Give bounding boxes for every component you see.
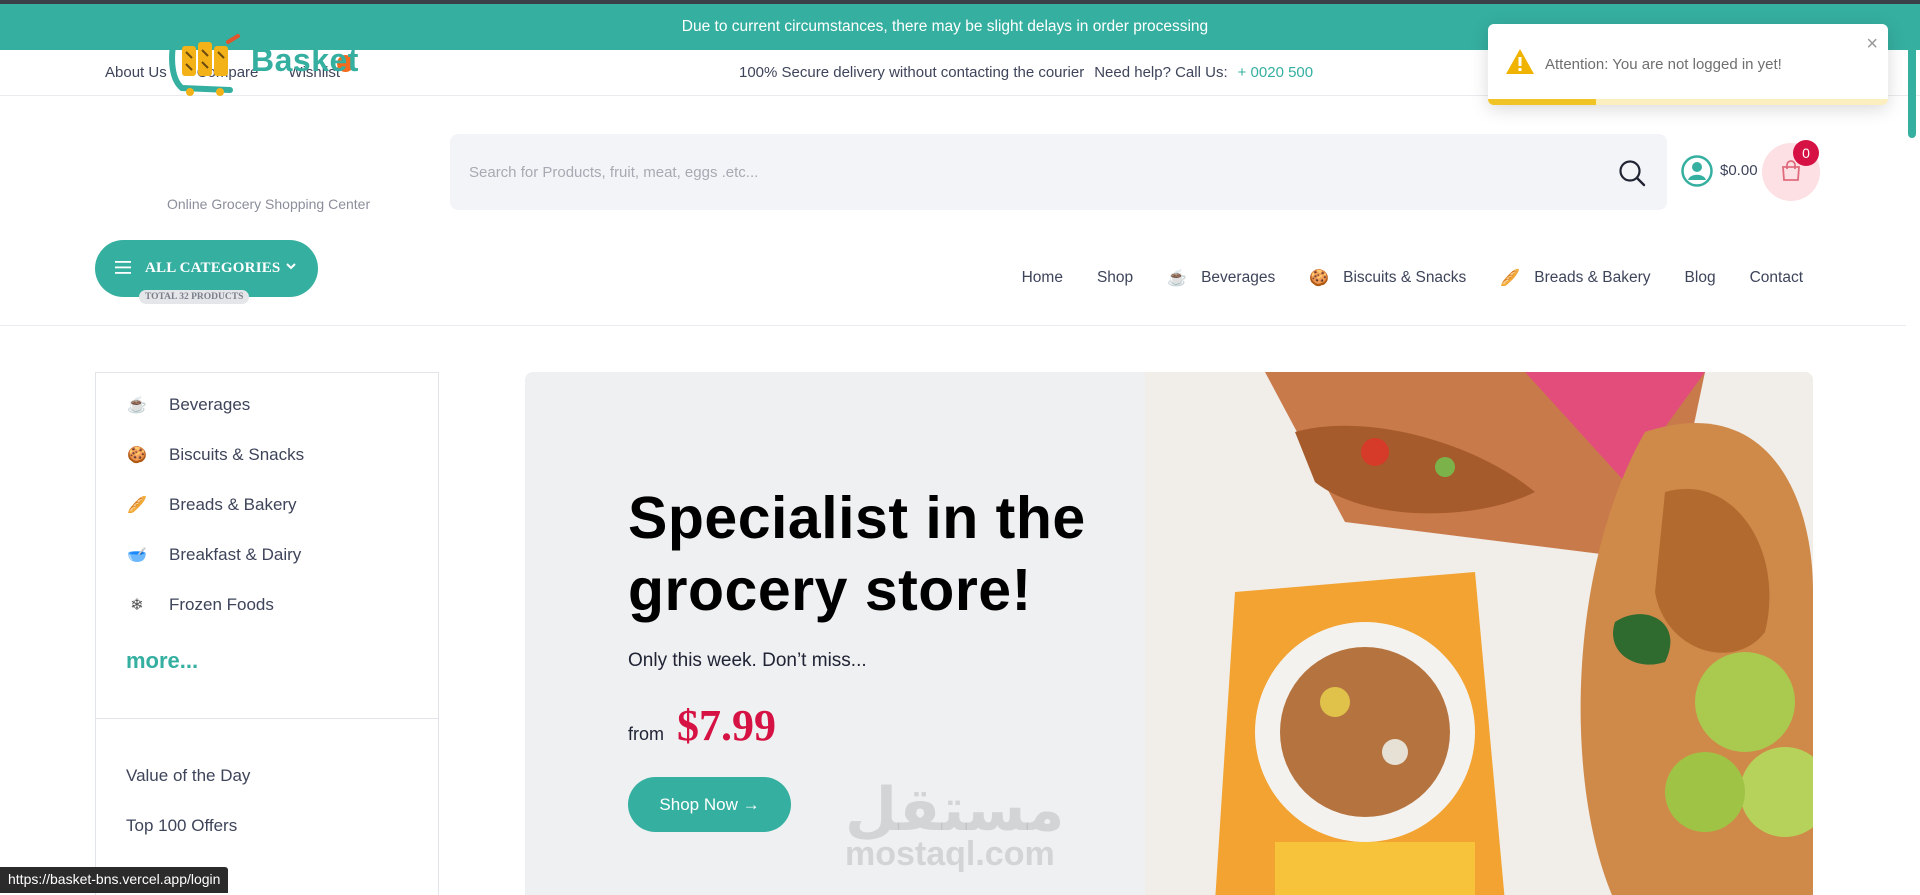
all-categories-button[interactable]: ALL CATEGORIES TOTAL 32 PRODUCTS: [95, 240, 318, 304]
about-us-link[interactable]: About Us: [105, 64, 167, 81]
nav-item-contact[interactable]: Contact: [1750, 269, 1803, 287]
nav-item-breads-bakery[interactable]: 🥖 Breads & Bakery: [1500, 268, 1650, 288]
nav-item-home[interactable]: Home: [1022, 269, 1063, 287]
total-products-badge: TOTAL 32 PRODUCTS: [139, 290, 250, 304]
cup-icon: ☕: [127, 397, 147, 414]
category-sidebar: ☕ Beverages 🍪 Biscuits & Snacks 🥖 Breads & …: [95, 372, 439, 895]
top-100-offers-link[interactable]: Top 100 Offers: [126, 816, 237, 836]
chevron-down-icon: [286, 263, 296, 270]
nav-label: Contact: [1749, 269, 1803, 286]
search-bar: [450, 134, 1667, 210]
hero-from-label: from: [628, 724, 664, 744]
scrollbar-thumb[interactable]: [1908, 20, 1916, 138]
toast-message: Attention: You are not logged in yet!: [1545, 56, 1782, 73]
shop-now-button[interactable]: Shop Now →: [628, 777, 791, 832]
site-logo[interactable]: Basket: [168, 30, 368, 105]
value-of-the-day-link[interactable]: Value of the Day: [126, 766, 250, 786]
bowl-icon: 🥣: [127, 547, 147, 564]
sidebar-item-biscuits-snacks[interactable]: 🍪 Biscuits & Snacks: [126, 445, 304, 465]
bread-icon: 🥖: [1500, 270, 1521, 287]
bread-icon: 🥖: [127, 497, 147, 514]
nav-item-beverages[interactable]: ☕ Beverages: [1167, 268, 1275, 288]
biscuit-icon: 🍪: [127, 447, 147, 464]
sidebar-item-label: Beverages: [169, 395, 251, 414]
cart-total: $0.00: [1720, 162, 1758, 179]
secure-delivery-text: 100% Secure delivery without contacting …: [739, 64, 1085, 81]
announcement-text: Due to current circumstances, there may …: [681, 18, 1209, 35]
delivery-info: 100% Secure delivery without contacting …: [739, 64, 1313, 81]
all-categories-label: ALL CATEGORIES: [145, 260, 281, 276]
sidebar-divider: [96, 718, 438, 719]
main-nav: Home Shop ☕ Beverages 🍪 Biscuits & Snacks …: [988, 268, 1803, 288]
help-text: Need help? Call Us:: [1094, 64, 1228, 81]
nav-label: Home: [1021, 269, 1063, 286]
header-divider: [0, 325, 1906, 326]
food-photo: [1145, 372, 1813, 895]
nav-item-shop[interactable]: Shop: [1097, 269, 1133, 287]
sidebar-item-label: Biscuits & Snacks: [169, 445, 305, 464]
hero-banner: Specialist in the grocery store! Only th…: [525, 372, 1813, 895]
status-bar-url: https://basket-bns.vercel.app/login: [0, 867, 229, 893]
sidebar-item-breads-bakery[interactable]: 🥖 Breads & Bakery: [126, 495, 297, 515]
basket-logo-icon: [169, 34, 240, 96]
nav-label: Blog: [1684, 269, 1716, 286]
nav-item-blog[interactable]: Blog: [1685, 269, 1716, 287]
more-categories-link[interactable]: more...: [126, 648, 198, 674]
cup-icon: ☕: [1167, 270, 1188, 287]
sidebar-item-beverages[interactable]: ☕ Beverages: [126, 395, 250, 415]
menu-icon: [115, 261, 131, 274]
nav-label: Breads & Bakery: [1534, 269, 1651, 286]
phone-link[interactable]: + 0020 500: [1238, 64, 1314, 81]
hero-title: Specialist in the grocery store!: [628, 485, 1086, 623]
hero-subtitle: Only this week. Don’t miss...: [628, 650, 867, 671]
cart-count-badge: 0: [1793, 140, 1819, 166]
warning-icon: [1506, 49, 1534, 74]
nav-label: Shop: [1096, 269, 1134, 286]
nav-label: Beverages: [1201, 269, 1276, 286]
page-scrollbar[interactable]: [1906, 20, 1920, 895]
sidebar-item-breakfast-dairy[interactable]: 🥣 Breakfast & Dairy: [126, 545, 301, 565]
sidebar-item-frozen-foods[interactable]: ❄ Frozen Foods: [126, 595, 274, 615]
nav-label: Biscuits & Snacks: [1343, 269, 1467, 286]
watermark-latin: mostaql.com: [845, 835, 1055, 873]
user-account-icon[interactable]: [1680, 154, 1714, 188]
login-warning-toast: Attention: You are not logged in yet! ×: [1488, 24, 1888, 105]
sidebar-item-label: Breakfast & Dairy: [169, 545, 302, 564]
logo-tagline: Online Grocery Shopping Center: [167, 196, 371, 212]
biscuit-icon: 🍪: [1309, 270, 1330, 287]
hero-price: $7.99: [677, 701, 776, 750]
snowflake-icon: ❄: [130, 597, 144, 614]
search-input[interactable]: [450, 163, 1550, 181]
close-icon[interactable]: ×: [1866, 34, 1878, 54]
logo-wordmark: Basket: [251, 42, 359, 78]
nav-item-biscuits-snacks[interactable]: 🍪 Biscuits & Snacks: [1309, 268, 1466, 288]
search-icon[interactable]: [1617, 158, 1647, 188]
toast-progress-bar: [1488, 99, 1596, 105]
sidebar-item-label: Breads & Bakery: [169, 495, 297, 514]
sidebar-item-label: Frozen Foods: [169, 595, 274, 614]
